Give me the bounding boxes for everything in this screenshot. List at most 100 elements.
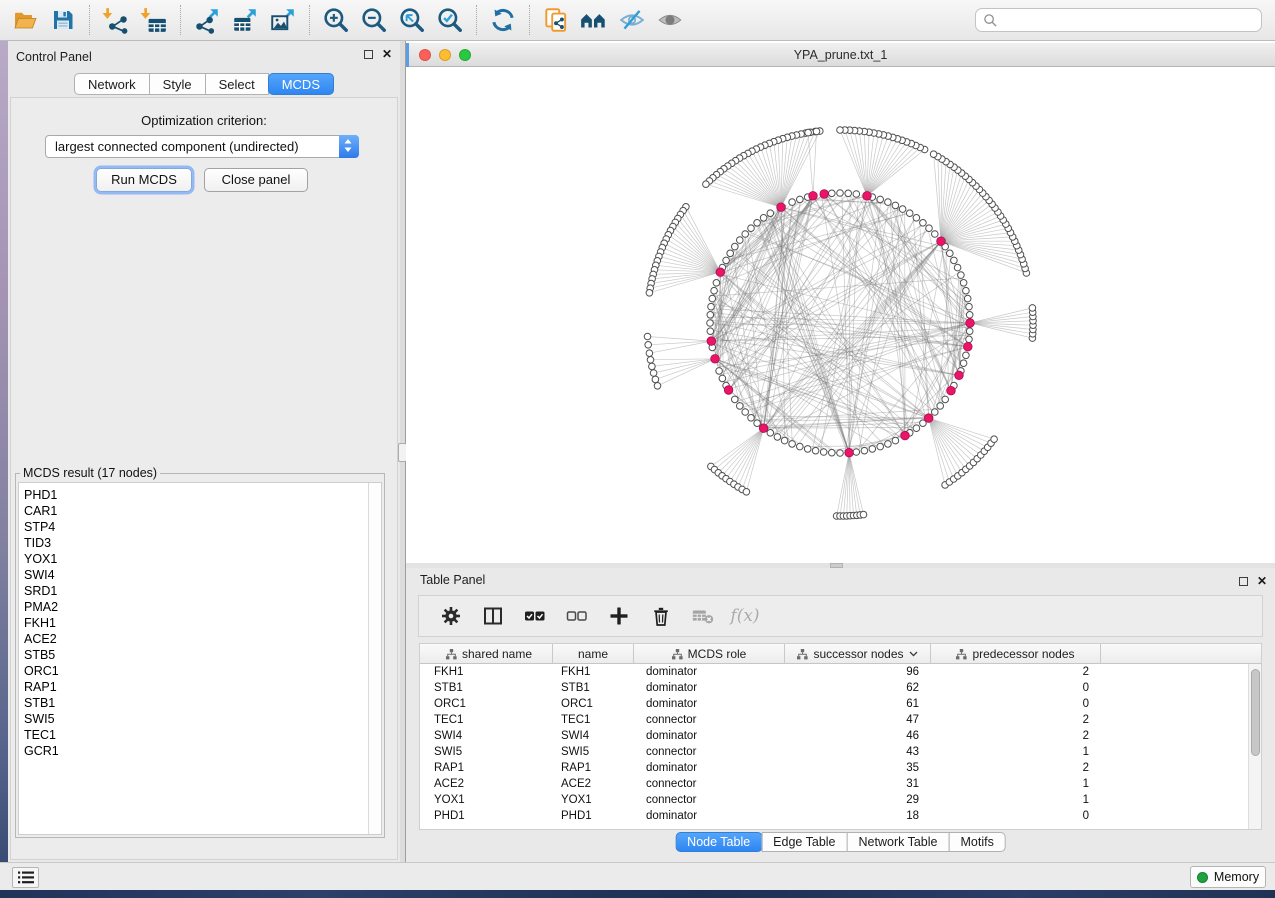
export-image-icon[interactable] (264, 2, 302, 38)
import-table-icon[interactable] (135, 2, 173, 38)
network-leaf-node[interactable] (805, 129, 812, 136)
network-node[interactable] (926, 225, 933, 232)
mcds-result-item[interactable]: STB1 (19, 695, 367, 711)
network-mcds-node[interactable] (947, 386, 956, 395)
network-node[interactable] (966, 336, 973, 343)
zoom-selected-icon[interactable] (431, 2, 469, 38)
table-row[interactable]: RAP1RAP1dominator352 (420, 760, 1247, 776)
network-leaf-node[interactable] (644, 333, 651, 340)
network-mcds-node[interactable] (924, 414, 933, 423)
network-node[interactable] (719, 375, 726, 382)
select-all-icon[interactable] (523, 604, 547, 628)
network-node[interactable] (797, 196, 804, 203)
column-header-shared-name[interactable]: shared name (426, 644, 553, 664)
column-header-name[interactable]: name (553, 644, 634, 664)
tab-node-table[interactable]: Node Table (675, 832, 762, 852)
open-file-icon[interactable] (6, 2, 44, 38)
network-node[interactable] (829, 190, 836, 197)
network-node[interactable] (951, 257, 958, 264)
network-node[interactable] (829, 449, 836, 456)
network-node[interactable] (885, 441, 892, 448)
network-node[interactable] (716, 368, 723, 375)
close-panel-button[interactable]: Close panel (204, 168, 308, 192)
refresh-view-icon[interactable] (484, 2, 522, 38)
mcds-result-item[interactable]: STB5 (19, 647, 367, 663)
network-node[interactable] (853, 191, 860, 198)
network-node[interactable] (966, 328, 973, 335)
network-node[interactable] (845, 190, 852, 197)
network-node[interactable] (748, 225, 755, 232)
network-node[interactable] (920, 220, 927, 227)
export-table-icon[interactable] (226, 2, 264, 38)
tab-select[interactable]: Select (205, 73, 269, 95)
table-row[interactable]: TEC1TEC1connector472 (420, 712, 1247, 728)
network-node[interactable] (963, 352, 970, 359)
tab-motifs[interactable]: Motifs (948, 832, 1005, 852)
hide-selected-icon[interactable] (613, 2, 651, 38)
network-leaf-node[interactable] (703, 181, 710, 188)
network-node[interactable] (804, 446, 811, 453)
column-header-MCDS-role[interactable]: MCDS role (634, 644, 785, 664)
network-node[interactable] (892, 437, 899, 444)
network-leaf-node[interactable] (649, 363, 656, 370)
network-node[interactable] (727, 250, 734, 257)
criterion-dropdown[interactable]: largest connected component (undirected) (45, 135, 359, 158)
network-node[interactable] (707, 328, 714, 335)
network-leaf-node[interactable] (646, 290, 653, 297)
network-node[interactable] (707, 312, 714, 319)
export-network-icon[interactable] (188, 2, 226, 38)
table-row[interactable]: YOX1YOX1connector291 (420, 792, 1247, 808)
network-node[interactable] (913, 215, 920, 222)
network-node[interactable] (942, 396, 949, 403)
mcds-result-item[interactable]: STP4 (19, 519, 367, 535)
network-node[interactable] (837, 450, 844, 457)
network-node[interactable] (820, 449, 827, 456)
network-leaf-node[interactable] (1029, 305, 1036, 312)
mcds-result-item[interactable]: ORC1 (19, 663, 367, 679)
network-node[interactable] (789, 441, 796, 448)
close-panel-icon[interactable]: ✕ (1257, 575, 1267, 587)
network-node[interactable] (877, 196, 884, 203)
network-node[interactable] (861, 447, 868, 454)
network-node[interactable] (869, 446, 876, 453)
network-node[interactable] (812, 447, 819, 454)
network-mcds-node[interactable] (759, 424, 768, 433)
network-node[interactable] (964, 295, 971, 302)
table-row[interactable]: ACE2ACE2connector311 (420, 776, 1247, 792)
network-leaf-node[interactable] (652, 376, 659, 383)
network-mcds-node[interactable] (966, 319, 975, 328)
network-node[interactable] (774, 434, 781, 441)
network-mcds-node[interactable] (955, 371, 964, 380)
mcds-result-item[interactable]: YOX1 (19, 551, 367, 567)
network-mcds-node[interactable] (901, 431, 910, 440)
network-node[interactable] (853, 449, 860, 456)
table-settings-icon[interactable] (439, 604, 463, 628)
memory-button[interactable]: Memory (1190, 866, 1266, 888)
tab-edge-table[interactable]: Edge Table (761, 832, 847, 852)
network-node[interactable] (960, 280, 967, 287)
mcds-result-item[interactable]: TID3 (19, 535, 367, 551)
duplicate-network-icon[interactable] (537, 2, 575, 38)
table-row[interactable]: STB1STB1dominator620 (420, 680, 1247, 696)
task-history-button[interactable] (12, 867, 39, 888)
network-mcds-node[interactable] (711, 355, 720, 364)
network-node[interactable] (748, 415, 755, 422)
column-header-successor-nodes[interactable]: successor nodes (785, 644, 931, 664)
mcds-result-item[interactable]: PHD1 (19, 487, 367, 503)
network-node[interactable] (760, 215, 767, 222)
network-node[interactable] (932, 409, 939, 416)
save-session-icon[interactable] (44, 2, 82, 38)
network-node[interactable] (781, 437, 788, 444)
add-column-icon[interactable] (607, 604, 631, 628)
tab-mcds[interactable]: MCDS (268, 73, 334, 95)
tab-network-table[interactable]: Network Table (847, 832, 950, 852)
tab-network[interactable]: Network (74, 73, 150, 95)
network-leaf-node[interactable] (645, 342, 652, 349)
mcds-result-item[interactable]: ACE2 (19, 631, 367, 647)
network-mcds-node[interactable] (707, 337, 716, 346)
table-row[interactable]: SWI5SWI5connector431 (420, 744, 1247, 760)
network-node[interactable] (937, 403, 944, 410)
network-leaf-node[interactable] (860, 511, 867, 518)
network-mcds-node[interactable] (724, 386, 733, 395)
network-node[interactable] (892, 202, 899, 209)
